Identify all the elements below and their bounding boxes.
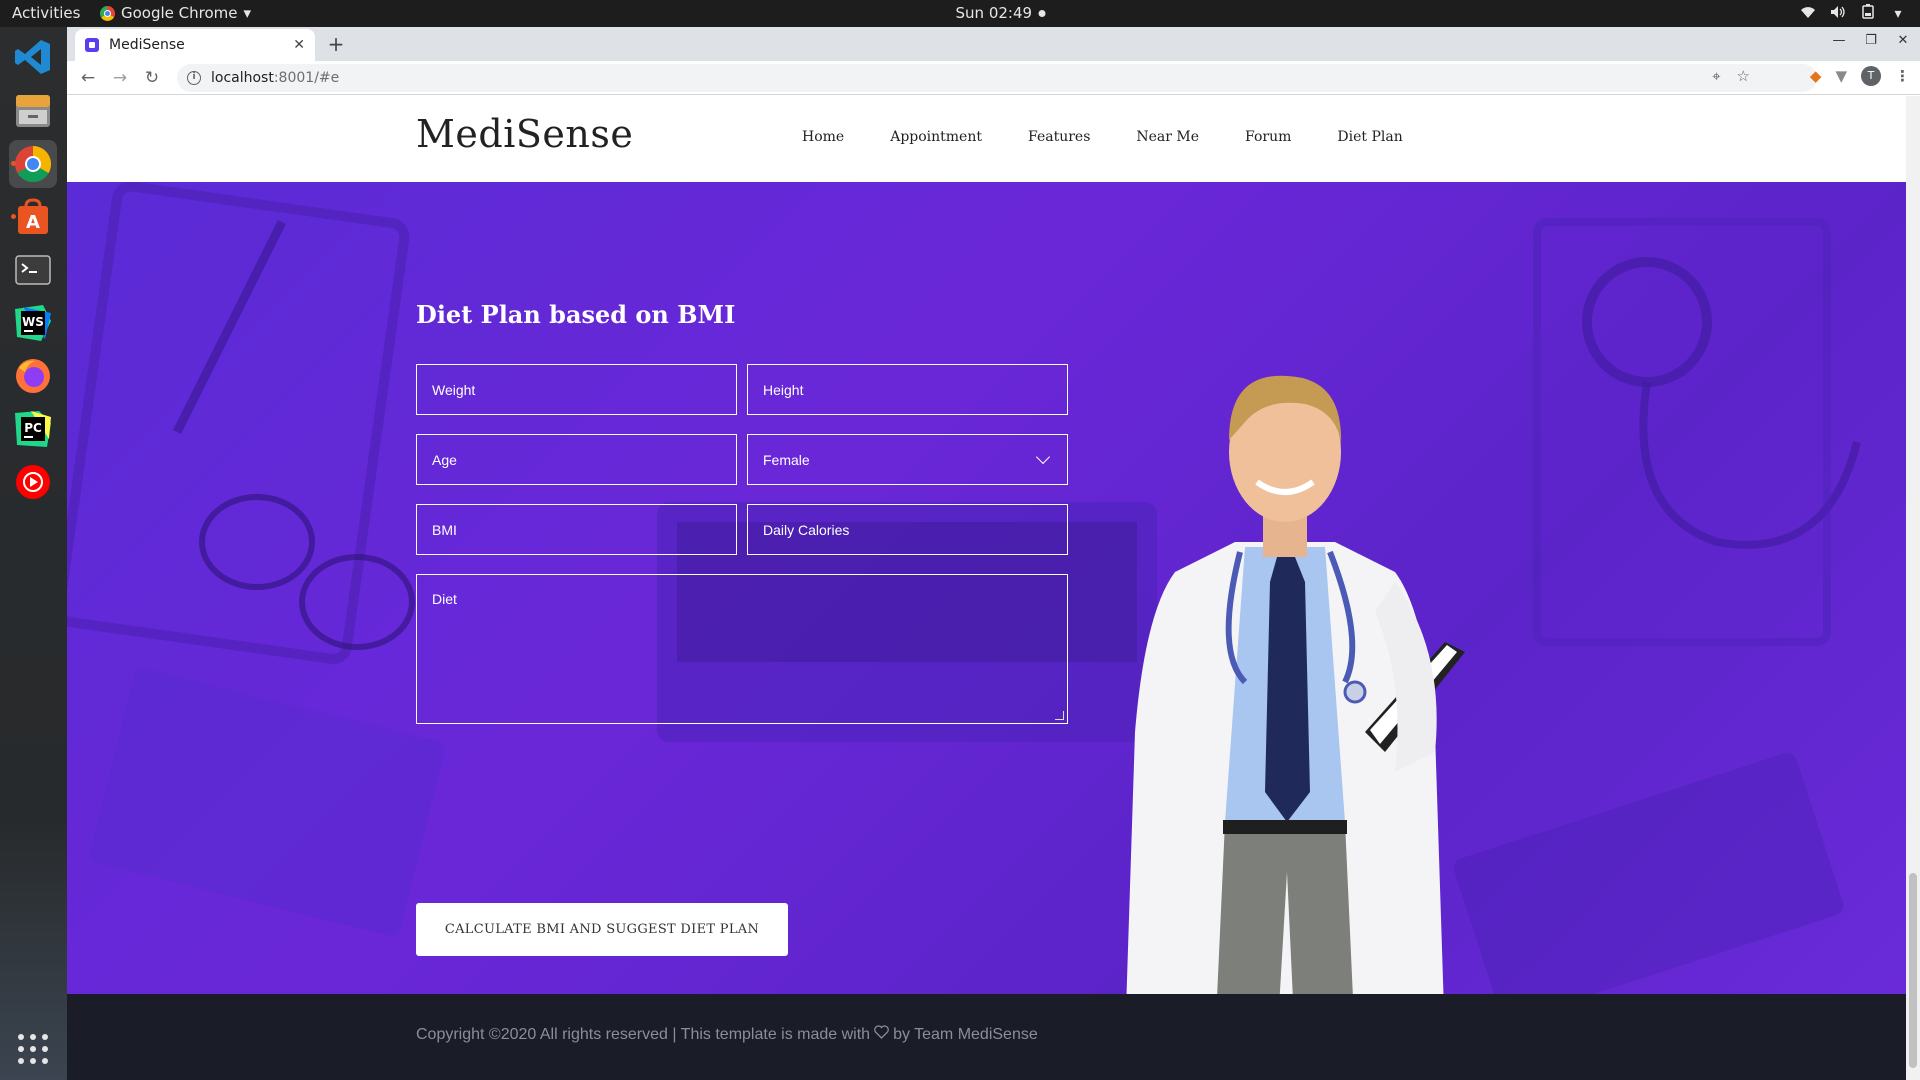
footer-copyright: Copyright ©2020 All rights reserved | Th…	[416, 1025, 1038, 1044]
site-info-icon[interactable]: i	[187, 71, 201, 85]
close-icon[interactable]: ✕	[293, 37, 305, 53]
gender-select[interactable]: Female	[747, 434, 1068, 485]
minimize-icon[interactable]: —	[1832, 33, 1846, 48]
weight-input[interactable]	[416, 364, 737, 415]
calculate-bmi-button[interactable]: CALCULATE BMI AND SUGGEST DIET PLAN	[416, 903, 788, 956]
software-center-icon[interactable]: A	[9, 193, 57, 241]
activities-button[interactable]: Activities	[12, 4, 80, 22]
clock-label: Sun 02:49	[955, 4, 1033, 22]
clock[interactable]: Sun 02:49	[956, 4, 1046, 22]
kebab-menu-icon[interactable]: ⋮	[1895, 67, 1910, 85]
site-footer: Copyright ©2020 All rights reserved | Th…	[67, 994, 1906, 1080]
system-tray[interactable]: ▾	[1800, 4, 1906, 23]
metamask-icon[interactable]: ◆	[1810, 67, 1822, 85]
chrome-icon[interactable]	[9, 140, 57, 188]
chevron-down-icon: ▾	[243, 4, 252, 22]
page-scrollbar[interactable]	[1906, 96, 1920, 1080]
window-controls: — ❐ ✕	[1832, 33, 1910, 48]
volume-icon	[1830, 5, 1846, 23]
running-indicator	[11, 161, 16, 166]
firefox-icon[interactable]	[9, 352, 57, 400]
battery-icon	[1860, 4, 1876, 23]
app-menu-label: Google Chrome	[121, 4, 238, 22]
section-title: Diet Plan based on BMI	[416, 300, 736, 329]
wifi-icon	[1800, 5, 1816, 23]
url-host: localhost	[211, 70, 274, 86]
chrome-small-icon	[100, 5, 115, 21]
show-apps-icon[interactable]	[18, 1034, 48, 1064]
location-target-icon[interactable]: ⌖	[1712, 67, 1720, 85]
nav-near-me[interactable]: Near Me	[1136, 129, 1199, 145]
terminal-icon[interactable]	[9, 246, 57, 294]
omnibox-actions: ⌖ ☆	[1712, 67, 1750, 85]
tab-strip: MediSense ✕ + — ❐ ✕	[67, 27, 1920, 61]
doctor-image	[1126, 375, 1465, 994]
notification-dot-icon	[1038, 9, 1046, 17]
brand-logo[interactable]: MediSense	[416, 112, 633, 156]
height-input[interactable]	[747, 364, 1068, 415]
files-icon[interactable]	[9, 87, 57, 135]
address-bar[interactable]: i localhost:8001/#e	[177, 64, 1817, 92]
page-viewport: MediSense Home Appointment Features Near…	[67, 96, 1920, 1080]
scrollbar-thumb[interactable]	[1909, 873, 1917, 1068]
browser-tab[interactable]: MediSense ✕	[75, 29, 315, 61]
nav-diet-plan[interactable]: Diet Plan	[1337, 129, 1402, 145]
restore-icon[interactable]: ❐	[1864, 33, 1878, 48]
youtube-music-icon[interactable]	[9, 458, 57, 506]
forward-arrow-icon[interactable]: →	[109, 67, 131, 89]
site-favicon-icon	[85, 38, 99, 52]
dock: A WS PC	[0, 27, 67, 1080]
back-arrow-icon[interactable]: ←	[77, 67, 99, 89]
site-header: MediSense Home Appointment Features Near…	[67, 96, 1906, 182]
system-menu-chevron-icon: ▾	[1894, 5, 1902, 22]
svg-text:PC: PC	[24, 421, 42, 435]
diet-textarea[interactable]	[416, 574, 1068, 724]
webstorm-icon[interactable]: WS	[9, 299, 57, 347]
new-tab-button[interactable]: +	[325, 33, 347, 55]
nav-features[interactable]: Features	[1028, 129, 1090, 145]
app-menu[interactable]: Google Chrome ▾	[100, 4, 251, 22]
footer-text-after: by Team MediSense	[893, 1025, 1038, 1043]
main-nav: Home Appointment Features Near Me Forum …	[802, 129, 1449, 145]
running-indicator	[11, 214, 16, 219]
extensions-area: ◆ ▼ T ⋮	[1810, 66, 1910, 86]
nav-home[interactable]: Home	[802, 129, 844, 145]
vue-devtools-icon[interactable]: ▼	[1835, 67, 1847, 85]
close-window-icon[interactable]: ✕	[1896, 33, 1910, 48]
heart-icon	[874, 1025, 889, 1044]
url-path: :8001/#e	[273, 70, 340, 86]
browser-toolbar: ← → ↻ i localhost:8001/#e ⌖ ☆ ◆ ▼ T ⋮	[67, 61, 1920, 95]
diet-plan-section: Diet Plan based on BMI Female CALCULATE …	[67, 182, 1906, 994]
daily-calories-input[interactable]	[747, 504, 1068, 555]
bmi-input[interactable]	[416, 504, 737, 555]
resize-grip-icon[interactable]	[1055, 711, 1064, 720]
browser-window: MediSense ✕ + — ❐ ✕ ← → ↻ i localhost:80…	[67, 27, 1920, 1080]
footer-text-before: Copyright ©2020 All rights reserved | Th…	[416, 1025, 871, 1043]
vscode-icon[interactable]	[9, 33, 57, 81]
pycharm-icon[interactable]: PC	[9, 405, 57, 453]
nav-appointment[interactable]: Appointment	[890, 129, 982, 145]
age-input[interactable]	[416, 434, 737, 485]
bookmark-star-icon[interactable]: ☆	[1737, 67, 1750, 85]
system-top-bar: Activities Google Chrome ▾ Sun 02:49 ▾	[0, 0, 1920, 27]
nav-forum[interactable]: Forum	[1245, 129, 1291, 145]
reload-icon[interactable]: ↻	[141, 67, 163, 89]
tab-title: MediSense	[109, 37, 185, 53]
chevron-down-icon	[1035, 449, 1051, 464]
gender-select-value: Female	[763, 451, 810, 468]
svg-text:WS: WS	[22, 315, 44, 329]
profile-avatar-icon[interactable]: T	[1861, 66, 1881, 86]
svg-text:A: A	[26, 212, 40, 233]
